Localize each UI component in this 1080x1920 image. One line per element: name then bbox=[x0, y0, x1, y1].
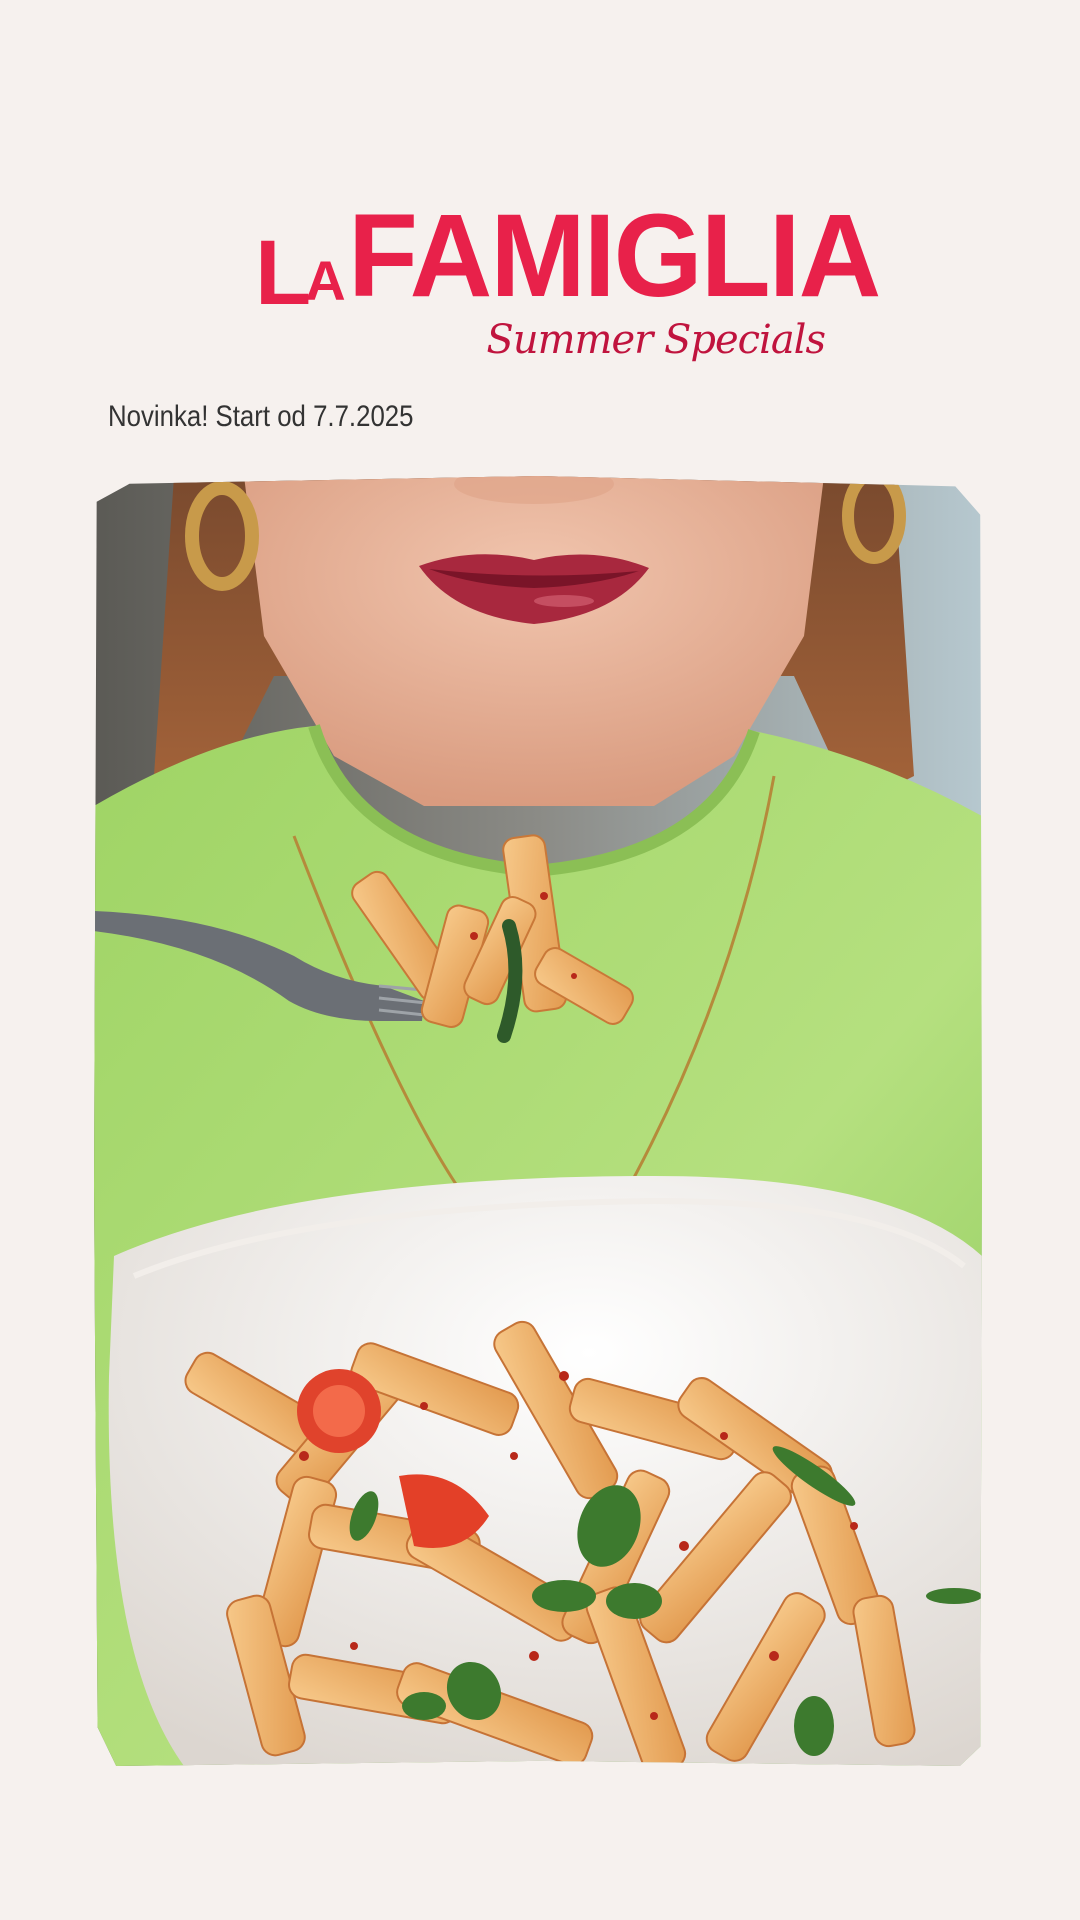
brand-logo: LA FAMIGLIA Summer Specials bbox=[255, 195, 881, 385]
launch-tagline: Novinka! Start od 7.7.2025 bbox=[108, 400, 414, 433]
logo-subtitle: Summer Specials bbox=[486, 317, 826, 363]
pasta-photo bbox=[94, 476, 982, 1766]
logo-prefix: LA bbox=[255, 222, 346, 324]
promo-page: LA FAMIGLIA Summer Specials Novinka! Sta… bbox=[0, 0, 1080, 1920]
logo-name: FAMIGLIA bbox=[348, 190, 881, 322]
